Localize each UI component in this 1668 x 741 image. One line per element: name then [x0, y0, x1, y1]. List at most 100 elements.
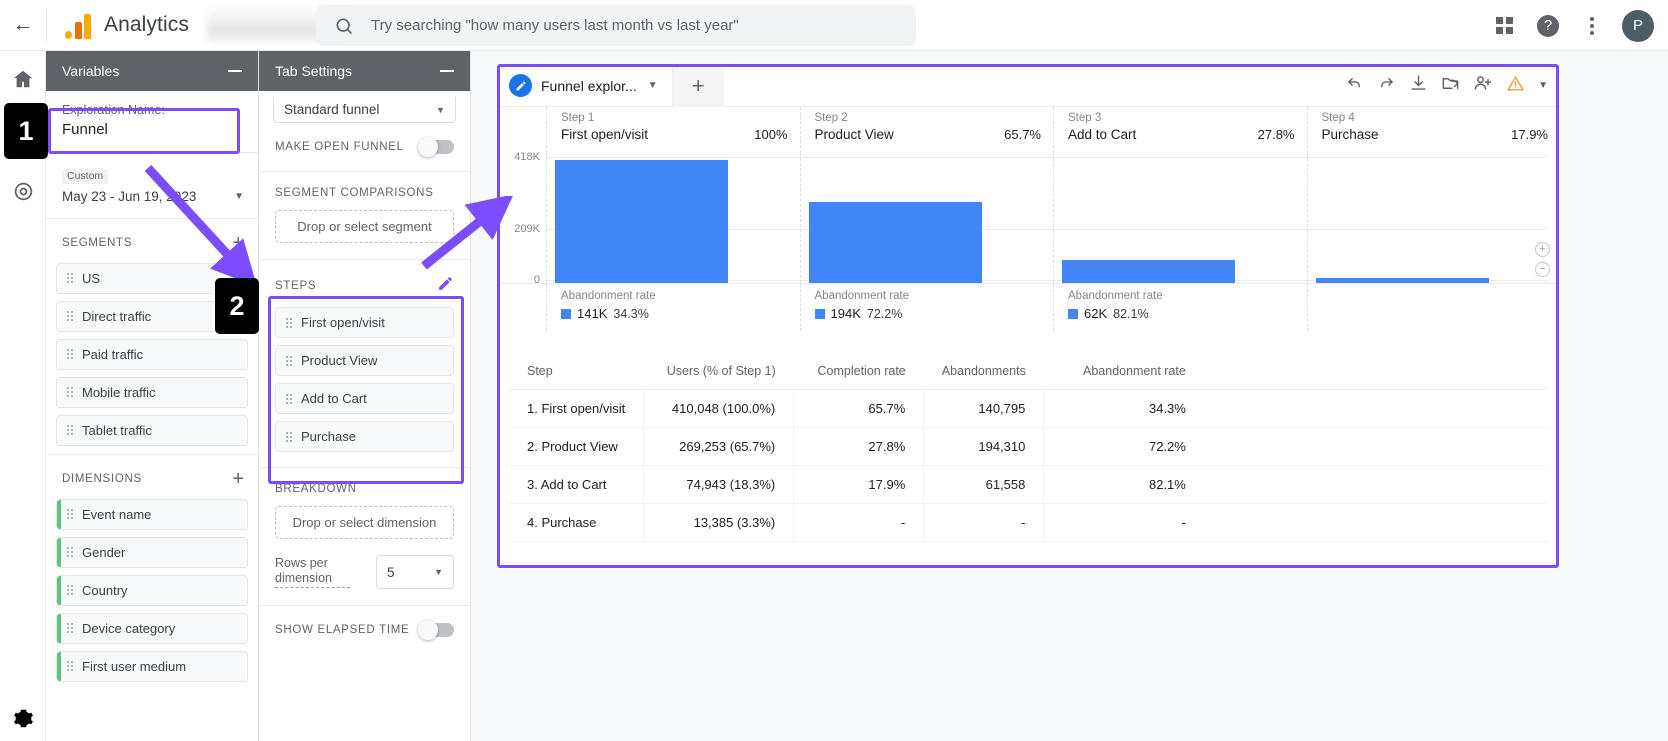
collapse-variables-icon[interactable] — [228, 70, 242, 72]
segment-dropzone[interactable]: Drop or select segment — [275, 210, 454, 243]
list-item[interactable]: Mobile traffic — [56, 376, 248, 408]
drag-handle-icon[interactable] — [286, 393, 292, 404]
zoom-out-icon[interactable]: − — [1535, 262, 1550, 277]
make-open-funnel-row[interactable]: MAKE OPEN FUNNEL — [259, 123, 470, 172]
chevron-down-icon[interactable]: ▼ — [436, 105, 445, 115]
chevron-down-icon[interactable]: ▼ — [1538, 80, 1548, 91]
list-item[interactable]: Purchase — [275, 421, 454, 452]
drag-handle-icon[interactable] — [67, 311, 73, 321]
bar-step-3[interactable] — [1062, 260, 1235, 283]
column-header-abandonment-rate[interactable]: Abandonment rate — [1043, 353, 1204, 390]
rail-item-advertising[interactable] — [0, 163, 46, 219]
list-item[interactable]: Gender — [56, 536, 248, 568]
drag-handle-icon[interactable] — [67, 349, 73, 359]
dimension-label: Event name — [82, 506, 152, 522]
table-header-row: Step Users (% of Step 1) Completion rate… — [509, 353, 1548, 390]
overflow-menu-icon[interactable] — [1572, 6, 1612, 46]
drag-handle-icon[interactable] — [67, 547, 73, 557]
redo-icon[interactable] — [1377, 74, 1396, 98]
drag-handle-icon[interactable] — [286, 355, 292, 366]
segments-section-header: SEGMENTS + — [46, 219, 258, 263]
date-range-chip: Custom — [62, 168, 109, 184]
column-header-completion-rate[interactable]: Completion rate — [793, 353, 924, 390]
chevron-down-icon[interactable]: ▼ — [434, 567, 443, 577]
zoom-in-icon[interactable]: + — [1535, 242, 1550, 257]
breakdown-section: BREAKDOWN Drop or select dimension Rows … — [259, 468, 470, 606]
rows-per-dimension-label: Rows per dimension — [275, 556, 350, 588]
list-item[interactable]: Device category — [56, 612, 248, 644]
breakdown-dropzone[interactable]: Drop or select dimension — [275, 506, 454, 539]
edit-steps-icon[interactable] — [437, 275, 454, 297]
table-row[interactable]: 3. Add to Cart 74,943 (18.3%) 17.9% 61,5… — [509, 465, 1548, 504]
cell-abandonment-rate: - — [1043, 503, 1204, 542]
table-row[interactable]: 2. Product View 269,253 (65.7%) 27.8% 19… — [509, 427, 1548, 466]
drag-handle-icon[interactable] — [67, 387, 73, 397]
date-range-selector[interactable]: Custom May 23 - Jun 19, 2023 ▼ — [46, 153, 258, 219]
list-item[interactable]: Add to Cart — [275, 383, 454, 414]
abandonment-cell: Abandonment rate 141K 34.3% — [546, 284, 800, 331]
list-item[interactable]: Tablet traffic — [56, 414, 248, 446]
list-item[interactable]: Paid traffic — [56, 338, 248, 370]
drag-handle-icon[interactable] — [67, 273, 73, 283]
list-item[interactable]: Country — [56, 574, 248, 606]
bar-step-2[interactable] — [808, 202, 982, 283]
show-elapsed-time-toggle[interactable] — [418, 620, 454, 640]
drag-handle-icon[interactable] — [286, 317, 292, 328]
list-item[interactable]: Event name — [56, 498, 248, 530]
table-row[interactable]: 1. First open/visit 410,048 (100.0%) 65.… — [509, 389, 1548, 428]
show-elapsed-time-row[interactable]: SHOW ELAPSED TIME — [259, 606, 470, 654]
abandonment-row: Abandonment rate 141K 34.3% Abandonment … — [497, 283, 1560, 331]
add-segment-icon[interactable]: + — [232, 233, 244, 253]
drag-handle-icon[interactable] — [67, 623, 73, 633]
chevron-down-icon[interactable]: ▼ — [234, 191, 244, 202]
avatar[interactable]: P — [1622, 9, 1654, 42]
step-percent: 100% — [754, 127, 788, 142]
funnel-type-value: Standard funnel — [284, 102, 380, 117]
list-item[interactable]: First open/visit — [275, 307, 454, 338]
help-icon[interactable]: ? — [1528, 6, 1568, 46]
drag-handle-icon[interactable] — [286, 431, 292, 442]
move-to-folder-icon[interactable] — [1441, 74, 1460, 98]
rows-per-dimension-select[interactable]: 5 ▼ — [376, 555, 454, 589]
back-arrow-icon[interactable]: ← — [0, 0, 46, 51]
column-header-abandonments[interactable]: Abandonments — [923, 353, 1044, 390]
apps-grid-icon[interactable] — [1484, 6, 1524, 46]
exploration-name-field[interactable]: Exploration Name: Funnel — [46, 91, 258, 153]
cell-users: 74,943 (18.3%) — [643, 465, 795, 504]
download-icon[interactable] — [1409, 74, 1428, 98]
drag-handle-icon[interactable] — [67, 661, 73, 671]
search-bar[interactable] — [316, 5, 916, 46]
make-open-funnel-toggle[interactable] — [418, 137, 454, 157]
cell-completion-rate: 17.9% — [793, 465, 925, 504]
step-index-label: Step 3 — [1068, 112, 1102, 124]
column-header-step[interactable]: Step — [509, 353, 644, 390]
search-input[interactable] — [371, 17, 891, 34]
add-tab-button[interactable]: + — [671, 64, 724, 107]
undo-icon[interactable] — [1345, 74, 1364, 98]
step-label: Add to Cart — [301, 391, 367, 406]
funnel-chart: Step 1 First open/visit 100% Step 2 Prod… — [497, 107, 1560, 352]
warning-icon[interactable] — [1506, 74, 1525, 98]
column-header-users[interactable]: Users (% of Step 1) — [643, 353, 794, 390]
drag-handle-icon[interactable] — [67, 425, 73, 435]
drag-handle-icon[interactable] — [67, 585, 73, 595]
share-icon[interactable] — [1473, 73, 1493, 98]
list-item[interactable]: Product View — [275, 345, 454, 376]
collapse-tab-settings-icon[interactable] — [440, 70, 454, 72]
table-row[interactable]: 4. Purchase 13,385 (3.3%) - - - — [509, 503, 1548, 542]
edit-tab-icon[interactable] — [509, 74, 532, 97]
tab-settings-panel: Tab Settings Standard funnel ▼ MAKE OPEN… — [259, 51, 471, 741]
drag-handle-icon[interactable] — [67, 509, 73, 519]
dimensions-section-header: DIMENSIONS + — [46, 455, 258, 499]
funnel-type-select[interactable]: Standard funnel ▼ — [273, 97, 456, 123]
bar-step-1[interactable] — [555, 160, 728, 283]
dimension-label: Gender — [82, 544, 126, 560]
step-name: Product View — [814, 127, 894, 142]
tab-funnel-exploration[interactable]: Funnel explor... ▼ — [497, 65, 672, 107]
list-item[interactable]: First user medium — [56, 650, 248, 682]
rail-item-admin[interactable] — [0, 708, 46, 729]
step-index-label: Step 4 — [1321, 112, 1355, 124]
add-dimension-icon[interactable]: + — [232, 469, 244, 489]
chevron-down-icon[interactable]: ▼ — [648, 80, 658, 91]
rail-item-home[interactable] — [0, 51, 46, 107]
